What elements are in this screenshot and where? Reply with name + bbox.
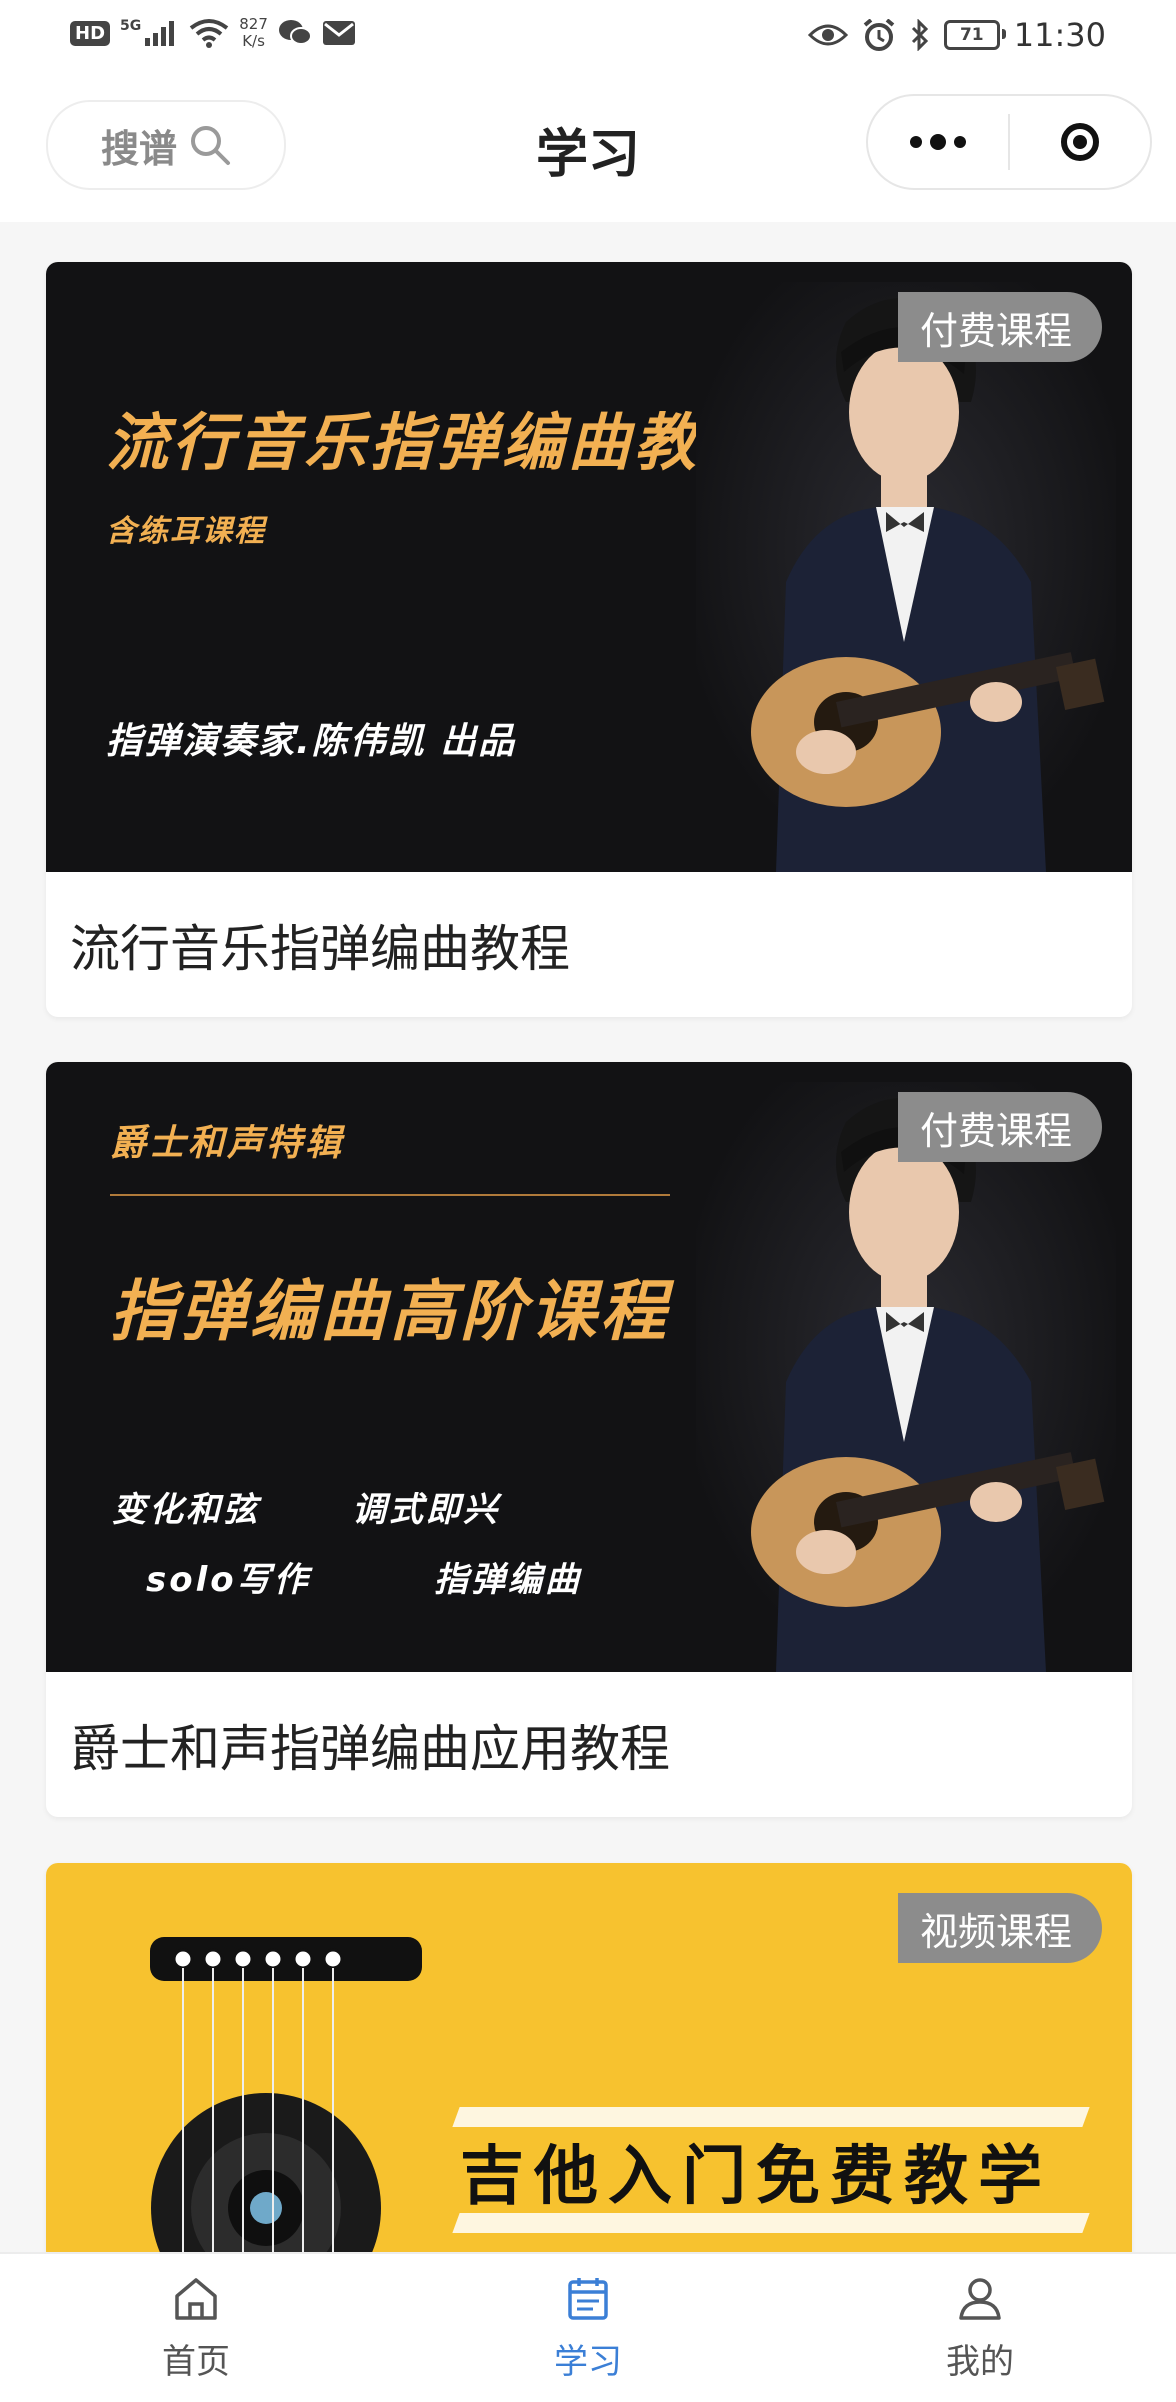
wifi-icon — [190, 19, 229, 48]
guitar-illustration — [150, 1937, 422, 2263]
course-banner-3: 吉他入门免费教学 视频课程 — [46, 1863, 1132, 2263]
banner-1-credit: 指弹演奏家.陈伟凯 出品 — [106, 721, 517, 762]
eye-icon — [807, 24, 848, 46]
course-banner-1: 流行音乐指弹编曲教程 含练耳课程 指弹演奏家.陈伟凯 出品 付费课程 — [46, 262, 1132, 872]
target-icon — [1061, 123, 1099, 161]
bottom-tab-bar: 首页 学习 我的 — [0, 2252, 1176, 2402]
banner-2-topic-1: 变化和弦 — [112, 1490, 260, 1530]
user-icon — [959, 2277, 1001, 2320]
miniprogram-capsule — [866, 94, 1152, 190]
alarm-icon — [863, 19, 895, 51]
banner-2-title: 指弹编曲高阶课程 — [110, 1273, 670, 1350]
tab-label: 学习 — [554, 2341, 622, 2382]
speed-value: 827 — [239, 15, 268, 33]
more-dots-icon — [910, 134, 966, 150]
tab-home[interactable]: 首页 — [0, 2254, 392, 2402]
clock: 11:30 — [1013, 16, 1106, 54]
banner-2-topic-2: 调式即兴 — [352, 1490, 500, 1530]
speed-unit: K/s — [242, 32, 265, 50]
banner-2-topic-3: solo写作 — [146, 1560, 311, 1600]
status-bar: HD 5G 827 K/s 71 11:30 — [0, 0, 1176, 72]
tab-label: 首页 — [162, 2341, 230, 2382]
network-speed: 827 K/s — [239, 16, 268, 50]
navigation-bar: 搜谱 学习 — [0, 72, 1176, 222]
course-card-1[interactable]: 流行音乐指弹编曲教程 含练耳课程 指弹演奏家.陈伟凯 出品 付费课程 流行音乐指… — [46, 262, 1132, 1017]
close-miniprogram-button[interactable] — [1010, 96, 1150, 188]
banner-2-kicker: 爵士和声特辑 — [110, 1123, 345, 1164]
course-tag: 付费课程 — [897, 292, 1102, 362]
banner-1-subtitle: 含练耳课程 — [106, 514, 266, 549]
banner-3-title: 吉他入门免费教学 — [460, 2140, 1052, 2214]
tab-study[interactable]: 学习 — [392, 2254, 784, 2402]
course-title: 爵士和声指弹编曲应用教程 — [70, 1719, 670, 1778]
network-gen-label: 5G — [120, 18, 142, 34]
bluetooth-icon — [911, 19, 928, 51]
course-card-2[interactable]: 爵士和声特辑 指弹编曲高阶课程 变化和弦 调式即兴 solo写作 指弹编曲 付费… — [46, 1062, 1132, 1817]
mail-icon — [322, 21, 355, 45]
banner-3-stripe — [452, 2107, 1090, 2127]
hd-badge: HD — [70, 20, 111, 46]
wechat-icon — [278, 20, 312, 45]
course-banner-2: 爵士和声特辑 指弹编曲高阶课程 变化和弦 调式即兴 solo写作 指弹编曲 付费… — [46, 1062, 1132, 1672]
course-tag: 视频课程 — [897, 1893, 1102, 1963]
tab-mine[interactable]: 我的 — [784, 2254, 1176, 2402]
guitarist-photo — [696, 1082, 1116, 1672]
home-icon — [175, 2277, 217, 2320]
course-card-3[interactable]: 吉他入门免费教学 视频课程 — [46, 1863, 1132, 2263]
battery-indicator: 71 — [943, 20, 1006, 50]
course-title: 流行音乐指弹编曲教程 — [70, 919, 570, 978]
calendar-icon — [568, 2277, 608, 2320]
course-tag: 付费课程 — [897, 1092, 1102, 1162]
status-bar-left: HD 5G 827 K/s — [70, 16, 356, 50]
tab-label: 我的 — [946, 2341, 1014, 2382]
banner-1-title: 流行音乐指弹编曲教程 — [106, 406, 767, 479]
banner-2-topic-4: 指弹编曲 — [434, 1560, 582, 1600]
guitarist-photo — [696, 282, 1116, 872]
more-button[interactable] — [868, 96, 1008, 188]
status-bar-right: 71 11:30 — [807, 16, 1106, 54]
banner-2-divider — [110, 1194, 670, 1196]
signal-icon — [145, 21, 175, 46]
